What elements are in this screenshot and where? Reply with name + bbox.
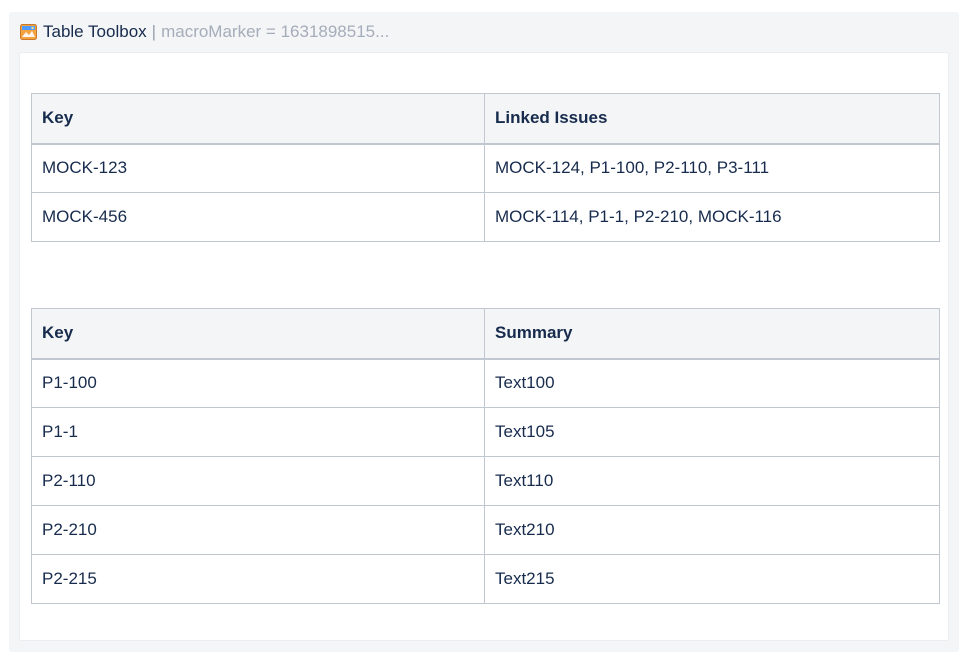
- cell-key: P2-110: [31, 456, 485, 506]
- macro-title: Table Toolbox: [43, 22, 147, 41]
- summary-table: Key Summary P1-100 Text100 P1-1 Text105 …: [31, 308, 940, 604]
- column-header-key: Key: [31, 308, 485, 360]
- column-header-summary: Summary: [484, 308, 940, 360]
- cell-summary: Text100: [484, 358, 940, 408]
- table-row: P2-110 Text110: [31, 456, 940, 506]
- macro-container: Table Toolbox | macroMarker = 1631898515…: [9, 12, 959, 652]
- macro-header[interactable]: Table Toolbox | macroMarker = 1631898515…: [20, 21, 389, 43]
- cell-key: MOCK-123: [31, 143, 485, 193]
- cell-linked-issues: MOCK-114, P1-1, P2-210, MOCK-116: [484, 192, 940, 242]
- cell-key: MOCK-456: [31, 192, 485, 242]
- macro-body: Key Linked Issues MOCK-123 MOCK-124, P1-…: [19, 52, 949, 641]
- table-row: MOCK-123 MOCK-124, P1-100, P2-110, P3-11…: [31, 143, 940, 193]
- linked-issues-table: Key Linked Issues MOCK-123 MOCK-124, P1-…: [31, 93, 940, 242]
- column-header-linked-issues: Linked Issues: [484, 93, 940, 145]
- cell-key: P1-100: [31, 358, 485, 408]
- cell-summary: Text105: [484, 407, 940, 457]
- table-row: P1-100 Text100: [31, 358, 940, 408]
- column-header-key: Key: [31, 93, 485, 145]
- table-toolbox-icon: [20, 24, 37, 40]
- cell-summary: Text210: [484, 505, 940, 555]
- table-row: P2-215 Text215: [31, 554, 940, 604]
- cell-summary: Text215: [484, 554, 940, 604]
- cell-key: P2-215: [31, 554, 485, 604]
- table-header-row: Key Linked Issues: [31, 93, 940, 145]
- cell-key: P1-1: [31, 407, 485, 457]
- table-row: MOCK-456 MOCK-114, P1-1, P2-210, MOCK-11…: [31, 192, 940, 242]
- macro-separator: |: [151, 22, 157, 41]
- table-row: P2-210 Text210: [31, 505, 940, 555]
- cell-summary: Text110: [484, 456, 940, 506]
- table-row: P1-1 Text105: [31, 407, 940, 457]
- cell-linked-issues: MOCK-124, P1-100, P2-110, P3-111: [484, 143, 940, 193]
- table-header-row: Key Summary: [31, 308, 940, 360]
- cell-key: P2-210: [31, 505, 485, 555]
- macro-parameter: macroMarker = 1631898515...: [161, 22, 390, 41]
